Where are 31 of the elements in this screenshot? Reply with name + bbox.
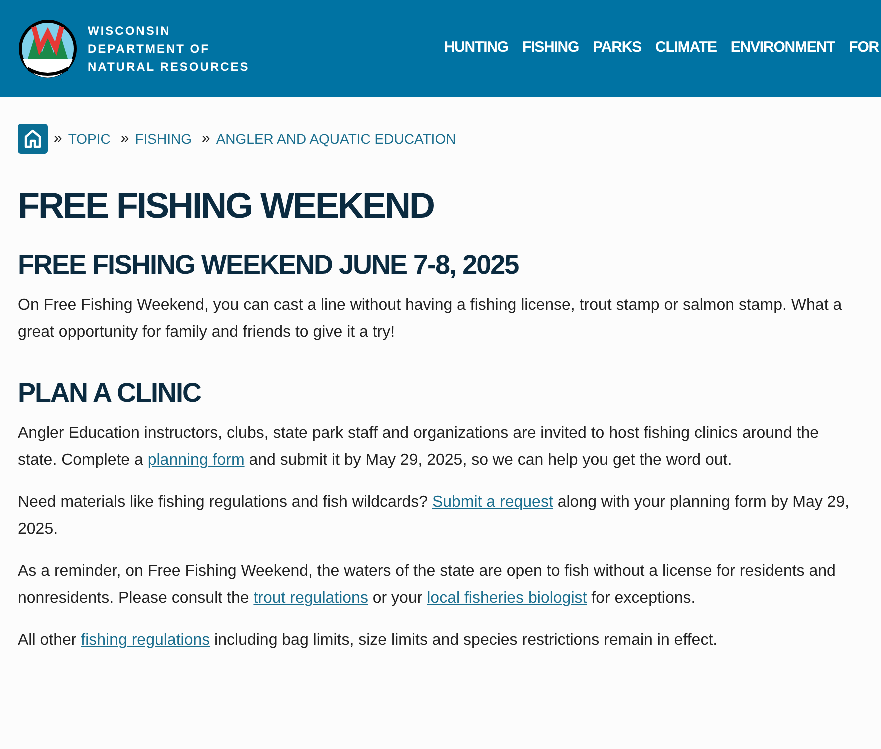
breadcrumb-separator: » xyxy=(120,128,130,149)
home-icon xyxy=(23,129,43,149)
breadcrumb-separator: » xyxy=(202,128,210,149)
nav-link[interactable]: ENVIRONMENT xyxy=(730,37,836,60)
paragraph: All other fishing regulations including bag limits, size limits and species restrictions remain in effect. xyxy=(18,631,719,651)
breadcrumb-separator: » xyxy=(54,128,62,149)
nav-link[interactable]: PARKS xyxy=(593,37,642,60)
section-heading: FREE FISHING WEEKEND JUNE 7-8, 2025 xyxy=(18,249,520,282)
text-link[interactable]: planning form xyxy=(148,452,245,469)
text-link[interactable]: trout regulations xyxy=(254,590,368,607)
logo-icon xyxy=(18,18,78,78)
paragraph: Angler Education instructors, clubs, state park staff and organizations are invited to host fishing clinics around the state. Complete a planning form and submit it by May 29, 2025, so we can help you get the word out. xyxy=(18,424,820,471)
paragraph: As a reminder, on Free Fishing Weekend, the waters of the state are open to fish without a license for residents and nonresidents. Please consult the trout regulations or your local fisheries biologist for exceptions. xyxy=(18,562,837,609)
breadcrumb-link[interactable]: FISHING xyxy=(135,128,192,150)
logo-text: WISCONSIN xyxy=(88,22,172,40)
nav-link[interactable]: FISHING xyxy=(522,37,580,60)
nav-link[interactable]: HUNTING xyxy=(444,37,508,60)
text-link[interactable]: fishing regulations xyxy=(81,632,210,649)
paragraph: On Free Fishing Weekend, you can cast a line without having a fishing license, trout stamp or salmon stamp. What a great opportunity for family and friends to give it a try! xyxy=(18,296,844,343)
section-heading: PLAN A CLINIC xyxy=(18,377,202,410)
home-button[interactable] xyxy=(18,124,48,154)
text-link[interactable]: local fisheries biologist xyxy=(427,590,588,607)
paragraph: Need materials like fishing regulations and fish wildcards? Submit a request along with your planning form by May 29, 2025. xyxy=(18,493,851,540)
logo-text: NATURAL RESOURCES xyxy=(88,58,250,76)
nav-link[interactable]: FOR xyxy=(849,37,879,60)
page-title: FREE FISHING WEEKEND xyxy=(18,184,436,228)
text-link[interactable]: Submit a request xyxy=(432,494,554,511)
breadcrumb-link[interactable]: TOPIC xyxy=(68,128,111,150)
logo-text: DEPARTMENT OF xyxy=(88,40,211,58)
breadcrumb-link[interactable]: ANGLER AND AQUATIC EDUCATION xyxy=(216,128,456,150)
nav-link[interactable]: CLIMATE xyxy=(656,37,717,60)
